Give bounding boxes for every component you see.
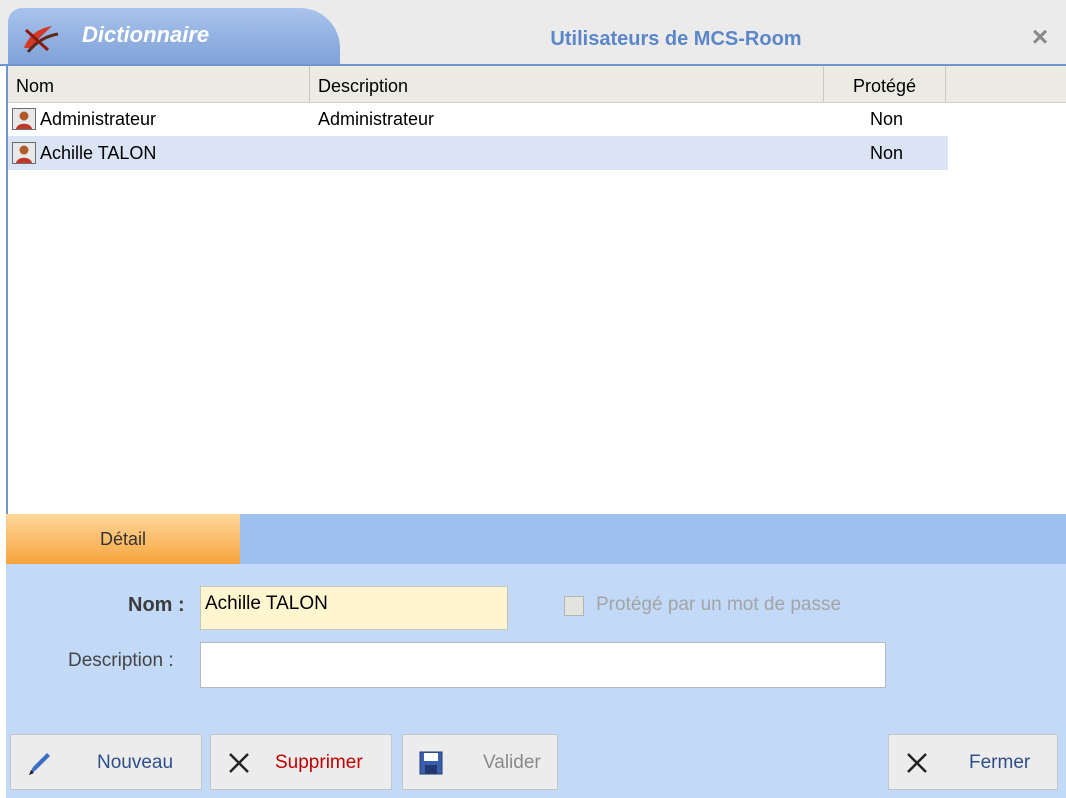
- user-icon: [12, 108, 36, 130]
- cell-description: Administrateur: [318, 109, 435, 129]
- supprimer-label: Supprimer: [275, 752, 363, 773]
- tab-detail[interactable]: Détail: [6, 514, 240, 564]
- nom-label: Nom :: [128, 594, 185, 616]
- cell-protege: Non: [870, 109, 904, 129]
- nouveau-button[interactable]: Nouveau: [10, 734, 202, 790]
- description-input[interactable]: [200, 642, 886, 688]
- nouveau-label: Nouveau: [97, 752, 174, 773]
- window-title: Utilisateurs de MCS-Room: [550, 28, 802, 50]
- user-icon: [12, 142, 36, 164]
- valider-label: Valider: [483, 752, 541, 773]
- fermer-label: Fermer: [969, 752, 1031, 773]
- fermer-button[interactable]: Fermer: [888, 734, 1058, 790]
- column-header-nom[interactable]: Nom: [8, 66, 310, 102]
- dictionary-logo-icon: [24, 26, 59, 53]
- close-x-icon: [907, 753, 927, 773]
- close-button[interactable]: ×: [1024, 22, 1056, 52]
- title-bar: Dictionnaire Utilisateurs de MCS-Room ×: [0, 0, 1066, 64]
- protege-checkbox-label: Protégé par un mot de passe: [596, 594, 842, 615]
- cell-nom: Administrateur: [40, 109, 157, 129]
- description-label: Description :: [68, 650, 174, 671]
- cell-nom: Achille TALON: [40, 143, 157, 163]
- user-list[interactable]: Nom Description Protégé Administrateur A…: [6, 66, 1066, 514]
- protege-checkbox[interactable]: [564, 596, 584, 616]
- column-header-protege[interactable]: Protégé: [824, 66, 946, 102]
- table-row-selected[interactable]: Achille TALON Non: [8, 136, 948, 170]
- supprimer-button[interactable]: Supprimer: [210, 734, 392, 790]
- cell-protege: Non: [870, 143, 904, 163]
- close-icon: ×: [1031, 21, 1049, 52]
- list-header: Nom Description Protégé: [8, 66, 1066, 103]
- valider-button[interactable]: Valider: [402, 734, 558, 790]
- delete-x-icon: [229, 753, 249, 773]
- nom-input[interactable]: Achille TALON: [200, 586, 508, 630]
- tab-label: Dictionnaire: [82, 22, 210, 47]
- column-header-description[interactable]: Description: [310, 66, 824, 102]
- table-row[interactable]: Administrateur Administrateur Non: [8, 102, 948, 136]
- pencil-icon: [29, 753, 50, 775]
- save-disk-icon: [419, 751, 443, 775]
